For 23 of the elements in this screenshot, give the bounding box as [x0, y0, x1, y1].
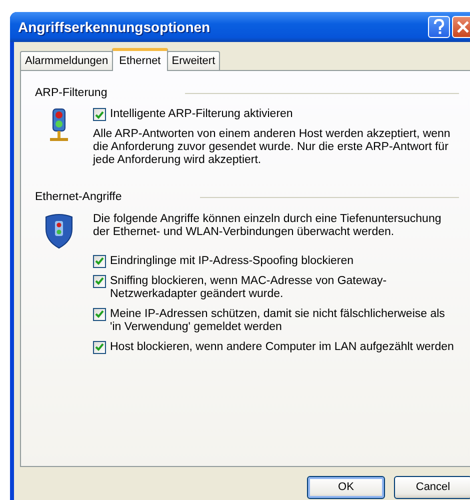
help-button[interactable]	[428, 16, 450, 38]
tab[interactable]: Erweitert	[166, 51, 220, 70]
tab[interactable]: Ethernet	[112, 48, 168, 71]
checkbox[interactable]	[93, 274, 106, 288]
question-icon	[433, 19, 445, 35]
checkbox-label[interactable]: Sniffing blockieren, wenn MAC-Adresse von Gateway-Netzwerkadapter geändert wurde.	[110, 274, 459, 300]
dialog-button[interactable]: OK	[307, 476, 385, 499]
dialog-button[interactable]: Cancel	[394, 476, 470, 499]
close-button[interactable]	[452, 16, 470, 38]
checkbox-label[interactable]: Eindringlinge mit IP-Adress-Spoofing blockieren	[110, 254, 354, 268]
window-title: Angriffserkennungsoptionen	[18, 18, 212, 37]
description-text: Alle ARP-Antworten von einem anderen Host werden akzeptiert, wenn die Anforderung zuvor gesendet wurde. Nur die erste ARP-Antwort für jede Anforderung wird akzeptiert.	[93, 128, 452, 168]
checkbox-label[interactable]: Host blockieren, wenn andere Computer im LAN aufgezählt werden	[110, 340, 454, 354]
checkbox[interactable]	[93, 308, 106, 320]
checkbox[interactable]	[93, 340, 106, 354]
description-text: Die folgende Angriffe können einzeln durch eine Tiefenuntersuchung der Ethernet- und WLAN-Verbindungen überwacht werden.	[93, 212, 442, 238]
checkbox-label[interactable]: Intelligente ARP-Filterung aktivieren	[110, 108, 293, 122]
checkbox[interactable]	[93, 254, 106, 268]
group-title: ARP-Filterung	[35, 86, 108, 101]
checkbox[interactable]	[93, 108, 106, 122]
tab[interactable]: Alarmmeldungen	[20, 51, 114, 70]
group-title: Ethernet-Angriffe	[35, 190, 122, 206]
checkbox-label[interactable]: Meine IP-Adressen schützen, damit sie nicht fälschlicherweise als 'in Verwendung' gemeldet werden	[110, 308, 459, 334]
